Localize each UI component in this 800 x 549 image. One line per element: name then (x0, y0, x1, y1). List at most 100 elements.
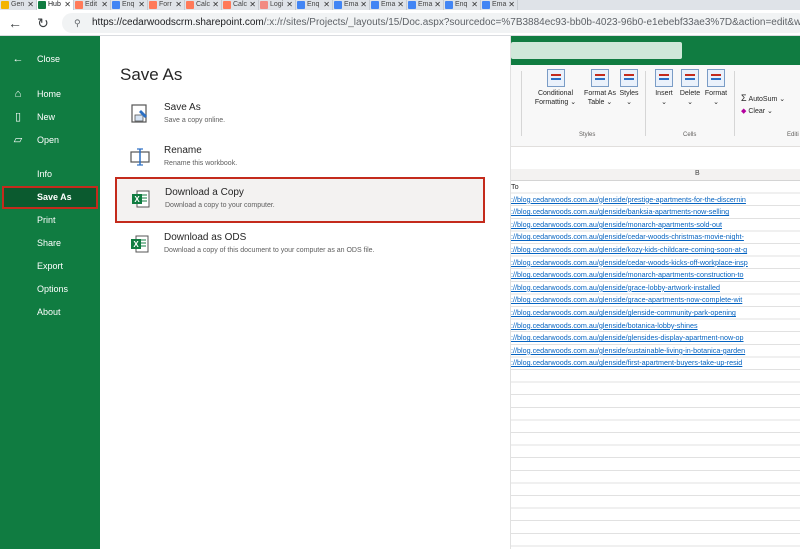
conditional-formatting-button[interactable]: Conditional Formatting ⌄ (533, 69, 578, 107)
tab-title: Enq (122, 1, 135, 8)
tab-favicon-icon (75, 1, 83, 9)
site-info-icon[interactable]: ⚲ (74, 13, 81, 33)
browser-tab[interactable]: Ema ✕ (407, 0, 444, 10)
browser-tab[interactable]: Calc ✕ (185, 0, 222, 10)
styles-label: Styles (619, 90, 639, 97)
close-tab-icon[interactable]: ✕ (360, 0, 367, 9)
close-tab-icon[interactable]: ✕ (64, 0, 71, 9)
group-label-cells: Cells (683, 132, 697, 138)
format-as-label: Format As (584, 90, 616, 97)
cell-hyperlink[interactable]: ://blog.cedarwoods.com.au/glenside/cedar… (511, 231, 800, 243)
cell-hyperlink[interactable]: ://blog.cedarwoods.com.au/glenside/cedar… (511, 257, 800, 269)
option-rename[interactable]: Rename Rename this workbook. (118, 140, 482, 180)
column-header-b[interactable]: B (695, 170, 700, 177)
close-tab-icon[interactable]: ✕ (27, 0, 34, 9)
cell-header-to[interactable]: To (511, 181, 800, 193)
tab-favicon-icon (260, 1, 268, 9)
backstage-nav: ← Close ⌂ Home ▯ New ▱ Open Info Save As Print Shar… (0, 36, 100, 549)
close-tab-icon[interactable]: ✕ (471, 0, 478, 9)
browser-tab[interactable]: Calc ✕ (222, 0, 259, 10)
cell-hyperlink[interactable]: ://blog.cedarwoods.com.au/glenside/first… (511, 357, 800, 369)
option-download-ods[interactable]: X Download as ODS Download a copy of this … (118, 227, 482, 267)
insert-button[interactable]: Insert ⌄ (651, 69, 677, 107)
cell-hyperlink[interactable]: ://blog.cedarwoods.com.au/glenside/glens… (511, 307, 800, 319)
backstage-open-icon: ▱ (13, 134, 23, 146)
format-as-table-button[interactable]: Format As Table ⌄ (581, 69, 619, 107)
tab-favicon-icon (1, 1, 9, 9)
tab-favicon-icon (408, 1, 416, 9)
browser-tab[interactable]: Logi ✕ (259, 0, 296, 10)
cell-hyperlink[interactable]: ://blog.cedarwoods.com.au/glenside/susta… (511, 345, 800, 357)
option-save-as[interactable]: Save As Save a copy online. (118, 97, 482, 137)
close-tab-icon[interactable]: ✕ (212, 0, 219, 9)
backstage-item-close[interactable]: ← Close (0, 48, 100, 71)
close-tab-icon[interactable]: ✕ (101, 0, 108, 9)
tab-title: Hub (48, 1, 61, 8)
cell-hyperlink[interactable]: ://blog.cedarwoods.com.au/glenside/grace… (511, 282, 800, 294)
browser-tab[interactable]: Enq ✕ (111, 0, 148, 10)
clear-button[interactable]: ◆ Clear ⌄ (741, 107, 773, 115)
backstage-item-info[interactable]: Info (0, 163, 100, 186)
backstage-close-icon: ← (12, 53, 24, 65)
browser-tab[interactable]: Enq ✕ (296, 0, 333, 10)
refresh-icon: ↻ (37, 15, 49, 31)
search-box[interactable] (511, 42, 682, 59)
backstage-item-options[interactable]: Options (0, 278, 100, 301)
option-description: Rename this workbook. (164, 160, 238, 167)
backstage-item-label: Close (37, 54, 61, 64)
cell-grid[interactable]: To://blog.cedarwoods.com.au/glenside/pre… (511, 181, 800, 549)
close-tab-icon[interactable]: ✕ (175, 0, 182, 9)
cell-hyperlink[interactable]: ://blog.cedarwoods.com.au/glenside/prest… (511, 194, 800, 206)
conditional-label: Conditional (537, 90, 574, 97)
format-button[interactable]: Format ⌄ (703, 69, 729, 107)
backstage-item-label: Export (37, 261, 64, 271)
back-button[interactable]: ← (6, 14, 24, 32)
browser-tab[interactable]: Ema ✕ (481, 0, 518, 10)
tab-favicon-icon (149, 1, 157, 9)
browser-tab[interactable]: Ema ✕ (370, 0, 407, 10)
backstage-item-label: About (37, 307, 61, 317)
cell-hyperlink[interactable]: ://blog.cedarwoods.com.au/glenside/botan… (511, 320, 800, 332)
backstage-item-export[interactable]: Export (0, 255, 100, 278)
close-tab-icon[interactable]: ✕ (249, 0, 256, 9)
autosum-button[interactable]: Σ AutoSum ⌄ (741, 93, 785, 103)
close-tab-icon[interactable]: ✕ (323, 0, 330, 9)
backstage-item-open[interactable]: ▱ Open (0, 129, 100, 152)
cell-hyperlink[interactable]: ://blog.cedarwoods.com.au/glenside/monar… (511, 269, 800, 281)
ribbon-divider (734, 71, 735, 136)
option-download-copy[interactable]: X Download a Copy Download a copy to your … (115, 177, 485, 223)
tab-favicon-icon (223, 1, 231, 9)
tab-favicon-icon (445, 1, 453, 9)
ribbon: Conditional Formatting ⌄ Format As Table… (511, 65, 800, 147)
browser-tab[interactable]: Forr ✕ (148, 0, 185, 10)
delete-button[interactable]: Delete ⌄ (677, 69, 703, 107)
address-bar[interactable]: ⚲ https://cedarwoodscrm.sharepoint.com/:… (62, 13, 800, 33)
browser-tab[interactable]: Ema ✕ (333, 0, 370, 10)
table-label: Table (587, 99, 605, 106)
cell-hyperlink[interactable]: ://blog.cedarwoods.com.au/glenside/grace… (511, 294, 800, 306)
close-tab-icon[interactable]: ✕ (286, 0, 293, 9)
browser-tab[interactable]: Edit ✕ (74, 0, 111, 10)
tab-title: Ema (492, 1, 507, 8)
cell-hyperlink[interactable]: ://blog.cedarwoods.com.au/glenside/banks… (511, 206, 800, 218)
refresh-button[interactable]: ↻ (34, 14, 52, 32)
cell-styles-button[interactable]: Styles ⌄ (617, 69, 641, 107)
backstage-item-new[interactable]: ▯ New (0, 106, 100, 129)
backstage-item-share[interactable]: Share (0, 232, 100, 255)
backstage-item-save-as[interactable]: Save As (2, 186, 98, 209)
save-as-panel: Save As Save As Save a copy online. Rename… (100, 36, 511, 549)
backstage-item-home[interactable]: ⌂ Home (0, 83, 100, 106)
backstage-item-print[interactable]: Print (0, 209, 100, 232)
close-tab-icon[interactable]: ✕ (397, 0, 404, 9)
browser-tab[interactable]: Gen ✕ (0, 0, 37, 10)
browser-tab[interactable]: Enq ✕ (444, 0, 481, 10)
cell-hyperlink[interactable]: ://blog.cedarwoods.com.au/glenside/monar… (511, 219, 800, 231)
cell-hyperlink[interactable]: ://blog.cedarwoods.com.au/glenside/glens… (511, 332, 800, 344)
close-tab-icon[interactable]: ✕ (434, 0, 441, 9)
close-tab-icon[interactable]: ✕ (138, 0, 145, 9)
cell-hyperlink[interactable]: ://blog.cedarwoods.com.au/glenside/kozy-… (511, 244, 800, 256)
tab-favicon-icon (297, 1, 305, 9)
close-tab-icon[interactable]: ✕ (508, 0, 515, 9)
browser-tab[interactable]: Hub ✕ (37, 0, 74, 10)
backstage-item-about[interactable]: About (0, 301, 100, 324)
